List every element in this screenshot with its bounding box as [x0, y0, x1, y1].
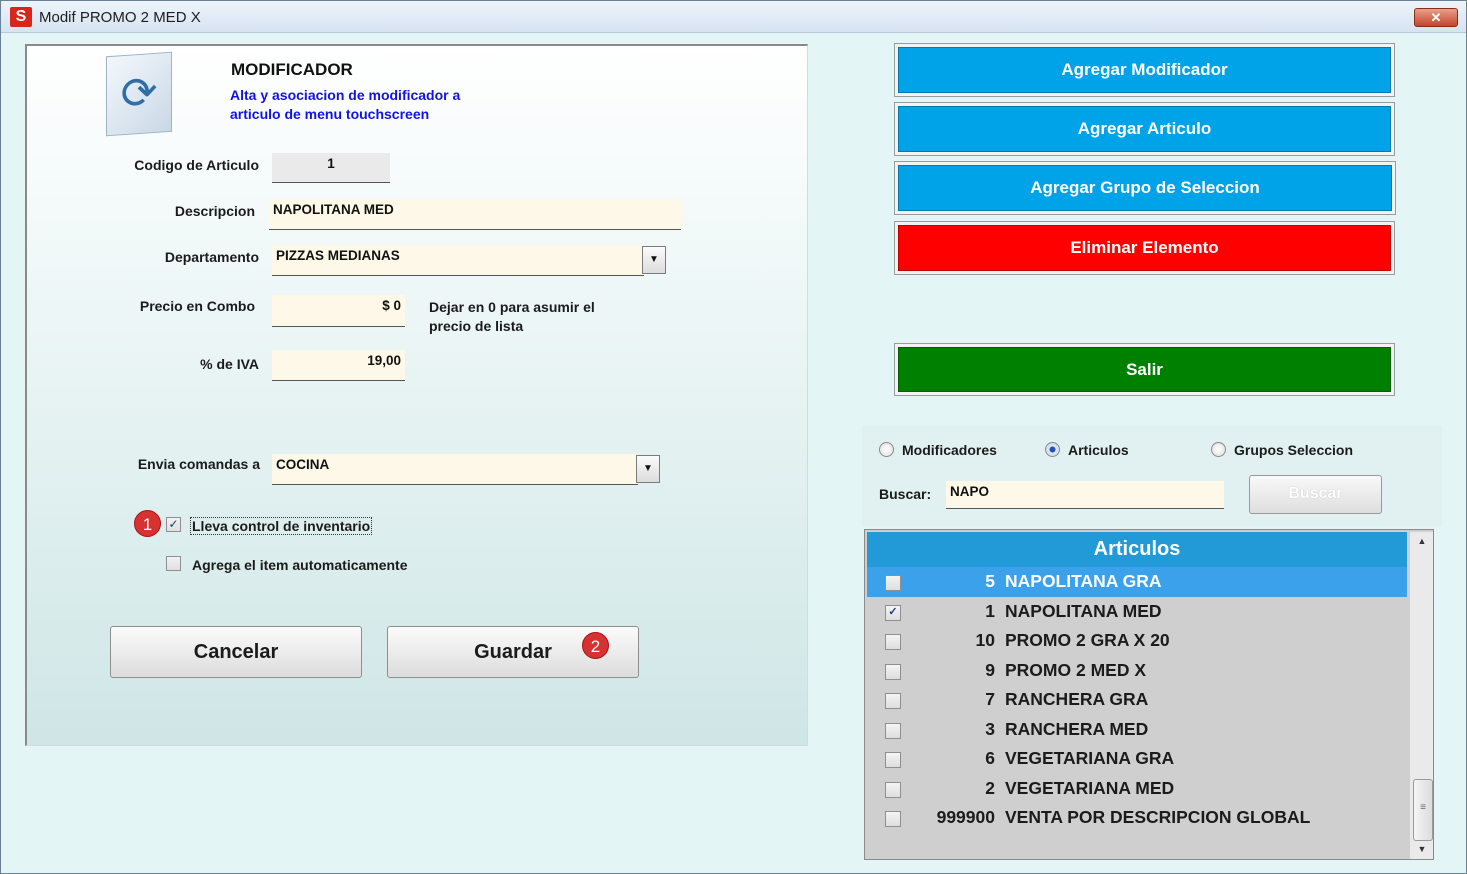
eliminar-elemento-label: Eliminar Elemento [898, 225, 1391, 271]
codigo-field[interactable]: 1 [272, 153, 390, 183]
row-name: PROMO 2 MED X [1005, 659, 1146, 680]
departamento-dropdown-arrow-icon[interactable]: ▼ [642, 246, 666, 274]
list-item[interactable]: 2 VEGETARIANA MED [867, 774, 1407, 804]
row-code: 10 [975, 630, 995, 650]
row-code: 3 [985, 718, 995, 739]
agregar-modificador-label: Agregar Modificador [898, 47, 1391, 93]
radio-grupos-seleccion[interactable] [1211, 442, 1226, 457]
agrega-checkbox[interactable] [166, 556, 181, 571]
articulos-list: Articulos 5 NAPOLITANA GRA ✓ 1 NAPOLITAN… [864, 529, 1434, 860]
row-code: 999900 [936, 807, 995, 827]
list-item[interactable]: 9 PROMO 2 MED X [867, 656, 1407, 686]
radio-modificadores[interactable] [879, 442, 894, 457]
agregar-grupo-button[interactable]: Agregar Grupo de Seleccion [894, 161, 1396, 215]
envia-dropdown-arrow-icon[interactable]: ▼ [636, 455, 660, 483]
descripcion-field[interactable]: NAPOLITANA MED [269, 199, 681, 230]
row-code: 6 [985, 748, 995, 768]
list-item[interactable]: 999900 VENTA POR DESCRIPCION GLOBAL [867, 803, 1407, 833]
row-name: NAPOLITANA GRA [1005, 571, 1162, 591]
row-name: RANCHERA MED [1005, 718, 1149, 739]
list-header: Articulos [867, 532, 1407, 567]
row-code: 9 [985, 659, 995, 680]
iva-label: % de IVA [200, 356, 259, 372]
radio-grupos-seleccion-label: Grupos Seleccion [1234, 442, 1354, 458]
close-button[interactable]: ✕ [1414, 8, 1458, 27]
precio-field[interactable]: $ 0 [272, 295, 405, 327]
row-code: 7 [985, 689, 995, 709]
row-checkbox[interactable] [885, 634, 901, 650]
agregar-grupo-label: Agregar Grupo de Seleccion [898, 165, 1392, 211]
subtitle-line-2: articulo de menu touchscreen [230, 106, 430, 122]
list-item[interactable]: 7 RANCHERA GRA [867, 685, 1407, 715]
row-name: RANCHERA GRA [1005, 689, 1149, 709]
precio-label: Precio en Combo [139, 298, 255, 314]
precio-note-line-2: precio de lista [429, 318, 524, 334]
page-title: MODIFICADOR [231, 60, 353, 79]
step-badge-1: 1 [134, 510, 161, 537]
envia-select[interactable]: COCINA [272, 454, 638, 485]
iva-field[interactable]: 19,00 [272, 350, 405, 381]
departamento-select[interactable]: PIZZAS MEDIANAS [272, 245, 644, 276]
buscar-label: Buscar: [879, 486, 932, 502]
row-checkbox[interactable]: ✓ [885, 604, 901, 621]
row-checkbox[interactable] [885, 722, 901, 739]
inventario-label: Lleva control de inventario [190, 517, 373, 535]
list-item[interactable]: ✓ 1 NAPOLITANA MED [867, 597, 1407, 627]
row-code: 1 [985, 600, 995, 621]
row-name: NAPOLITANA MED [1005, 600, 1162, 621]
eliminar-elemento-button[interactable]: Eliminar Elemento [894, 221, 1395, 275]
salir-label: Salir [898, 347, 1391, 392]
row-name: PROMO 2 GRA X 20 [1005, 630, 1170, 650]
refresh-arrows-icon: ⟳ [106, 51, 172, 137]
row-checkbox[interactable] [885, 752, 901, 768]
title-bar[interactable]: S Modif PROMO 2 MED X ✕ [1, 1, 1466, 33]
row-checkbox[interactable] [885, 811, 901, 827]
dialog-window: S Modif PROMO 2 MED X ✕ ⟳ MODIFICADOR Al… [0, 0, 1467, 874]
list-item[interactable]: 3 RANCHERA MED [867, 715, 1407, 745]
salir-button[interactable]: Salir [894, 343, 1395, 396]
scroll-up-arrow-icon[interactable]: ▲ [1410, 532, 1433, 550]
search-input[interactable]: NAPO [946, 481, 1224, 509]
descripcion-label: Descripcion [174, 203, 255, 219]
list-item[interactable]: 10 PROMO 2 GRA X 20 [867, 626, 1407, 656]
row-code: 2 [985, 777, 995, 798]
window-title: Modif PROMO 2 MED X [39, 9, 201, 26]
row-checkbox[interactable] [885, 663, 901, 680]
row-name: VENTA POR DESCRIPCION GLOBAL [1005, 807, 1311, 827]
agrega-label: Agrega el item automaticamente [192, 557, 408, 573]
agregar-articulo-label: Agregar Articulo [898, 106, 1391, 152]
precio-note: Dejar en 0 para asumir el precio de list… [429, 298, 595, 336]
agregar-modificador-button[interactable]: Agregar Modificador [894, 43, 1395, 97]
envia-label: Envia comandas a [137, 456, 260, 472]
row-name: VEGETARIANA MED [1005, 777, 1175, 798]
step-badge-2: 2 [582, 632, 609, 659]
codigo-label: Codigo de Articulo [134, 157, 259, 173]
list-item[interactable]: 5 NAPOLITANA GRA [867, 567, 1407, 597]
scroll-down-arrow-icon[interactable]: ▼ [1410, 840, 1433, 858]
row-name: VEGETARIANA GRA [1005, 748, 1175, 768]
list-scrollbar[interactable]: ▲ ≡ ▼ [1409, 532, 1433, 859]
page-subtitle: Alta y asociacion de modificador a artic… [230, 86, 530, 124]
agregar-articulo-button[interactable]: Agregar Articulo [894, 102, 1395, 156]
cancelar-button[interactable]: Cancelar [110, 626, 362, 678]
departamento-label: Departamento [164, 249, 259, 265]
row-checkbox[interactable] [885, 693, 901, 709]
precio-note-line-1: Dejar en 0 para asumir el [429, 299, 595, 315]
list-item[interactable]: 6 VEGETARIANA GRA [867, 744, 1407, 774]
row-code: 5 [985, 571, 995, 591]
row-checkbox[interactable] [885, 575, 901, 591]
subtitle-line-1: Alta y asociacion de modificador a [230, 87, 461, 103]
buscar-button[interactable]: Buscar [1249, 475, 1382, 514]
radio-articulos-label: Articulos [1068, 442, 1129, 458]
radio-articulos[interactable] [1045, 442, 1060, 457]
app-logo-icon: S [10, 7, 32, 27]
radio-modificadores-label: Modificadores [902, 442, 997, 458]
inventario-checkbox[interactable]: ✓ [166, 517, 181, 532]
scroll-thumb[interactable]: ≡ [1413, 779, 1433, 841]
row-checkbox[interactable] [885, 781, 901, 798]
